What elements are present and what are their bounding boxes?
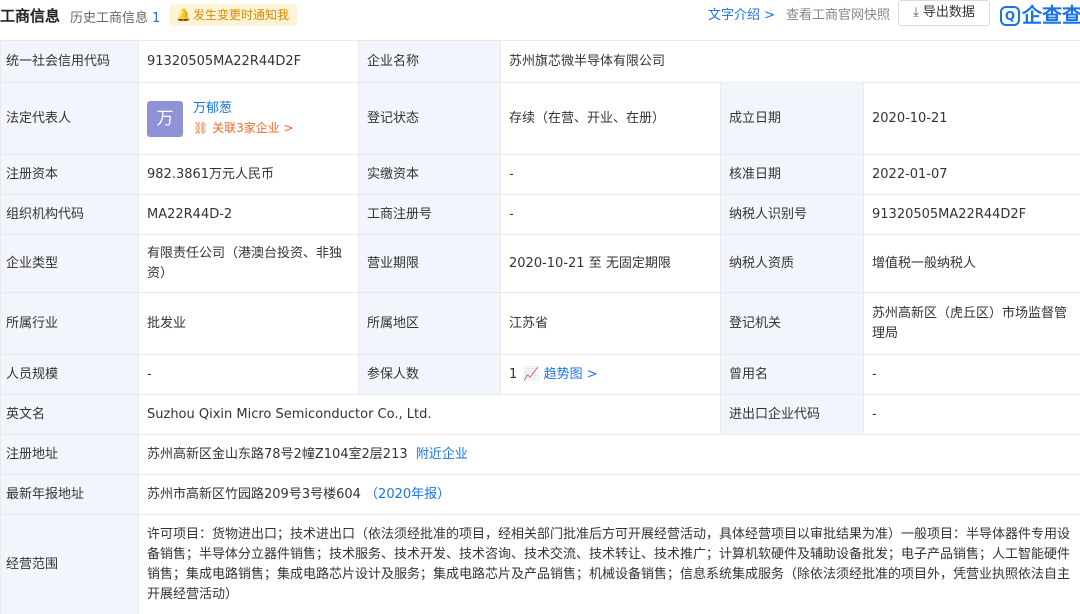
biz-term-value: 2020-10-21 至 无固定期限 — [500, 234, 721, 293]
ie-code-label: 进出口企业代码 — [720, 394, 864, 435]
credit-code-label: 统一社会信用代码 — [0, 40, 139, 83]
insured-cell: 1 📈 趋势图 > — [500, 354, 721, 395]
reg-authority-label: 登记机关 — [720, 292, 864, 355]
legal-rep-cell: 万 万郁葱 ⛓ 关联3家企业 > — [138, 82, 359, 155]
credit-code-value: 91320505MA22R44D2F — [138, 40, 359, 83]
insured-value: 1 — [509, 366, 518, 382]
reg-capital-label: 注册资本 — [0, 154, 139, 195]
paid-capital-label: 实缴资本 — [358, 154, 501, 195]
export-data-button[interactable]: ⤓ 导出数据 — [898, 0, 990, 26]
region-label: 所属地区 — [358, 292, 501, 355]
company-name-label: 企业名称 — [358, 40, 501, 83]
annual-address-label: 最新年报地址 — [0, 474, 139, 515]
table-row: 最新年报地址 苏州市高新区竹园路209号3号楼604 （2020年报） — [0, 474, 1080, 515]
former-name-value: - — [863, 354, 1080, 395]
reg-address-label: 注册地址 — [0, 434, 139, 475]
annual-address-cell: 苏州市高新区竹园路209号3号楼604 （2020年报） — [138, 474, 1080, 515]
table-row: 企业类型 有限责任公司（港澳台投资、非独资） 营业期限 2020-10-21 至… — [0, 234, 1080, 293]
industry-label: 所属行业 — [0, 292, 139, 355]
region-value: 江苏省 — [500, 292, 721, 355]
taxpayer-qual-value: 增值税一般纳税人 — [863, 234, 1080, 293]
table-row: 英文名 Suzhou Qixin Micro Semiconductor Co.… — [0, 394, 1080, 435]
history-count: 1 — [152, 11, 161, 26]
annual-address-value: 苏州市高新区竹园路209号3号楼604 — [147, 486, 361, 502]
biz-scope-value: 许可项目：货物进出口；技术进出口（依法须经批准的项目，经相关部门批准后方可开展经… — [138, 514, 1080, 614]
english-name-label: 英文名 — [0, 394, 139, 435]
staff-size-value: - — [138, 354, 359, 395]
reg-capital-value: 982.3861万元人民币 — [138, 154, 359, 195]
reg-status-value: 存续（在营、开业、在册） — [500, 82, 721, 155]
related-companies-link[interactable]: ⛓ 关联3家企业 > — [193, 118, 294, 138]
taxpayer-id-value: 91320505MA22R44D2F — [863, 194, 1080, 235]
history-info-link[interactable]: 历史工商信息 1 — [70, 7, 160, 26]
approved-date-label: 核准日期 — [720, 154, 864, 195]
biz-scope-label: 经营范围 — [0, 514, 139, 614]
avatar: 万 — [147, 100, 183, 137]
legal-rep-label: 法定代表人 — [0, 82, 139, 155]
trend-chart-icon: 📈 — [523, 366, 540, 382]
former-name-label: 曾用名 — [720, 354, 864, 395]
history-label: 历史工商信息 — [70, 11, 149, 26]
text-intro-link[interactable]: 文字介绍 > — [708, 4, 775, 23]
company-name-value: 苏州旗芯微半导体有限公司 — [500, 40, 1080, 83]
industry-value: 批发业 — [138, 292, 359, 355]
related-companies-label: 关联3家企业 > — [212, 120, 294, 135]
nearby-companies-link[interactable]: 附近企业 — [416, 447, 468, 462]
taxpayer-id-label: 纳税人识别号 — [720, 194, 864, 235]
company-type-value: 有限责任公司（港澳台投资、非独资） — [138, 234, 359, 293]
reg-authority-value: 苏州高新区（虎丘区）市场监督管理局 — [863, 292, 1080, 355]
established-label: 成立日期 — [720, 82, 864, 155]
trend-chart-link[interactable]: 趋势图 > — [544, 367, 598, 382]
section-header: 工商信息 历史工商信息 1 🔔 发生变更时通知我 文字介绍 > 查看工商官网快照 ⤓… — [0, 0, 1080, 30]
table-row: 法定代表人 万 万郁葱 ⛓ 关联3家企业 > 登记状态 存续（在营、开业、在册）… — [0, 82, 1080, 155]
official-snapshot-link[interactable]: 查看工商官网快照 — [786, 4, 890, 23]
biz-term-label: 营业期限 — [358, 234, 501, 293]
link-icon: ⛓ — [193, 120, 213, 135]
table-row: 所属行业 批发业 所属地区 江苏省 登记机关 苏州高新区（虎丘区）市场监督管理局 — [0, 292, 1080, 355]
taxpayer-qual-label: 纳税人资质 — [720, 234, 864, 293]
download-icon: ⤓ — [913, 5, 919, 20]
reg-address-value: 苏州高新区金山东路78号2幢Z104室2层213 — [147, 446, 408, 462]
bell-icon: 🔔 — [176, 8, 191, 22]
staff-size-label: 人员规模 — [0, 354, 139, 395]
biz-reg-no-label: 工商注册号 — [358, 194, 501, 235]
export-label: 导出数据 — [922, 5, 975, 20]
established-value: 2020-10-21 — [863, 82, 1080, 155]
table-row: 注册资本 982.3861万元人民币 实缴资本 - 核准日期 2022-01-0… — [0, 154, 1080, 195]
table-row: 人员规模 - 参保人数 1 📈 趋势图 > 曾用名 - — [0, 354, 1080, 395]
reg-address-cell: 苏州高新区金山东路78号2幢Z104室2层213 附近企业 — [138, 434, 1080, 475]
annual-report-link[interactable]: （2020年报） — [365, 487, 450, 502]
table-row: 注册地址 苏州高新区金山东路78号2幢Z104室2层213 附近企业 — [0, 434, 1080, 475]
section-title: 工商信息 — [0, 7, 61, 25]
table-row: 经营范围 许可项目：货物进出口；技术进出口（依法须经批准的项目，经相关部门批准后… — [0, 514, 1080, 614]
business-info-table: 统一社会信用代码 91320505MA22R44D2F 企业名称 苏州旗芯微半导… — [0, 40, 1080, 614]
brand-mark-icon: Q — [1000, 6, 1020, 26]
paid-capital-value: - — [500, 154, 721, 195]
company-type-label: 企业类型 — [0, 234, 139, 293]
legal-rep-name-link[interactable]: 万郁葱 — [193, 100, 294, 118]
notify-label: 发生变更时通知我 — [192, 8, 289, 22]
insured-label: 参保人数 — [358, 354, 501, 395]
table-row: 组织机构代码 MA22R44D-2 工商注册号 - 纳税人识别号 9132050… — [0, 194, 1080, 235]
brand-logo: Q 企查查 — [1000, 0, 1080, 28]
biz-reg-no-value: - — [500, 194, 721, 235]
reg-status-label: 登记状态 — [358, 82, 501, 155]
brand-name: 企查查 — [1022, 3, 1080, 27]
table-row: 统一社会信用代码 91320505MA22R44D2F 企业名称 苏州旗芯微半导… — [0, 40, 1080, 83]
notify-on-change-button[interactable]: 🔔 发生变更时通知我 — [170, 4, 297, 26]
org-code-label: 组织机构代码 — [0, 194, 139, 235]
ie-code-value: - — [863, 394, 1080, 435]
approved-date-value: 2022-01-07 — [863, 154, 1080, 195]
org-code-value: MA22R44D-2 — [138, 194, 359, 235]
english-name-value: Suzhou Qixin Micro Semiconductor Co., Lt… — [138, 394, 721, 435]
